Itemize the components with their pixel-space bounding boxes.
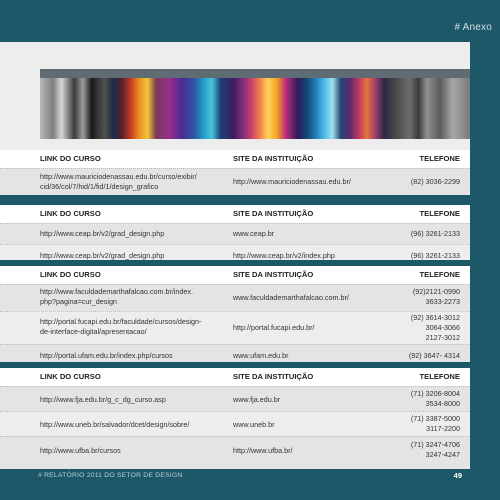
course-link[interactable]: http://www.ufba.br/cursos (40, 446, 215, 456)
course-link[interactable]: http://www.mauriciodenassau.edu.br/curso… (40, 172, 215, 192)
table-row: http://www.mauriciodenassau.edu.br/curso… (0, 168, 470, 195)
course-table-4: LINK DO CURSO SITE DA INSTITUIÇÃO TELEFO… (0, 368, 470, 469)
table-header: LINK DO CURSO SITE DA INSTITUIÇÃO TELEFO… (0, 266, 470, 284)
col-institution-header: SITE DA INSTITUIÇÃO (233, 209, 314, 218)
institution-link[interactable]: www.faculdademarthafalcao.com.br/ (233, 293, 373, 303)
phone-number: (96) 3261-2133 (410, 229, 460, 238)
table-row: http://www.ceap.br/v2/grad_design.php ww… (0, 223, 470, 244)
table-row: http://www.fja.edu.br/g_c_dg_curso.asp w… (0, 386, 470, 411)
col-phone-header: TELEFONE (419, 209, 460, 218)
course-table-3: LINK DO CURSO SITE DA INSTITUIÇÃO TELEFO… (0, 266, 470, 365)
table-separator (0, 195, 470, 205)
col-phone-header: TELEFONE (419, 154, 460, 163)
course-link[interactable]: http://www.uneb.br/salvador/dcet/design/… (40, 420, 215, 430)
institution-link[interactable]: www.ufam.edu.br (233, 351, 373, 361)
course-link[interactable]: http://portal.fucapi.edu.br/faculdade/cu… (40, 317, 215, 337)
col-institution-header: SITE DA INSTITUIÇÃO (233, 154, 314, 163)
table-row: http://www.uneb.br/salvador/dcet/design/… (0, 411, 470, 436)
institution-link[interactable]: www.fja.edu.br (233, 395, 373, 405)
institution-link[interactable]: http://portal.fucapi.edu.br/ (233, 323, 373, 333)
course-link[interactable]: http://www.ceap.br/v2/grad_design.php (40, 229, 215, 239)
course-link[interactable]: http://www.faculdademarthafalcao.com.br/… (40, 287, 215, 307)
page-number: 49 (453, 471, 462, 480)
table-row: http://www.ufba.br/cursos http://www.ufb… (0, 436, 470, 469)
col-institution-header: SITE DA INSTITUIÇÃO (233, 372, 314, 381)
stripe-top-bar (40, 69, 470, 78)
phone-number: (82) 3036-2299 (410, 177, 460, 186)
table-header: LINK DO CURSO SITE DA INSTITUIÇÃO TELEFO… (0, 368, 470, 386)
footer-report-title: # RELATÓRIO 2011 DO SETOR DE DESIGN (38, 472, 183, 479)
phone-number: (71) 3247-4706 3247-4247 (410, 440, 460, 459)
table-header: LINK DO CURSO SITE DA INSTITUIÇÃO TELEFO… (0, 205, 470, 223)
phone-number: (71) 3387-5000 3117-2200 (410, 414, 460, 433)
col-course-header: LINK DO CURSO (40, 372, 101, 381)
course-link[interactable]: http://www.fja.edu.br/g_c_dg_curso.asp (40, 395, 215, 405)
institution-link[interactable]: http://www.ufba.br/ (233, 446, 373, 456)
institution-link[interactable]: http://www.mauriciodenassau.edu.br/ (233, 177, 373, 187)
phone-number: (92) 3647- 4314 (408, 351, 460, 360)
col-course-header: LINK DO CURSO (40, 154, 101, 163)
phone-number: (71) 3206-8004 3534-8000 (410, 389, 460, 408)
table-header: LINK DO CURSO SITE DA INSTITUIÇÃO TELEFO… (0, 150, 470, 168)
institution-link[interactable]: www.ceap.br (233, 229, 373, 239)
table-row: http://www.faculdademarthafalcao.com.br/… (0, 284, 470, 311)
phone-number: (92)2121-0990 3633-2273 (412, 287, 460, 306)
col-course-header: LINK DO CURSO (40, 209, 101, 218)
course-table-2: LINK DO CURSO SITE DA INSTITUIÇÃO TELEFO… (0, 205, 470, 267)
course-table-1: LINK DO CURSO SITE DA INSTITUIÇÃO TELEFO… (0, 150, 470, 195)
header-section-label: # Anexo (454, 22, 492, 33)
course-link[interactable]: http://portal.ufam.edu.br/index.php/curs… (40, 351, 215, 361)
table-row: http://portal.fucapi.edu.br/faculdade/cu… (0, 311, 470, 344)
col-institution-header: SITE DA INSTITUIÇÃO (233, 270, 314, 279)
col-phone-header: TELEFONE (419, 372, 460, 381)
institution-link[interactable]: www.uneb.br (233, 420, 373, 430)
col-course-header: LINK DO CURSO (40, 270, 101, 279)
phone-number: (92) 3614-3012 3064-3066 2127-3012 (410, 313, 460, 342)
decorative-color-stripe (40, 69, 470, 139)
col-phone-header: TELEFONE (419, 270, 460, 279)
